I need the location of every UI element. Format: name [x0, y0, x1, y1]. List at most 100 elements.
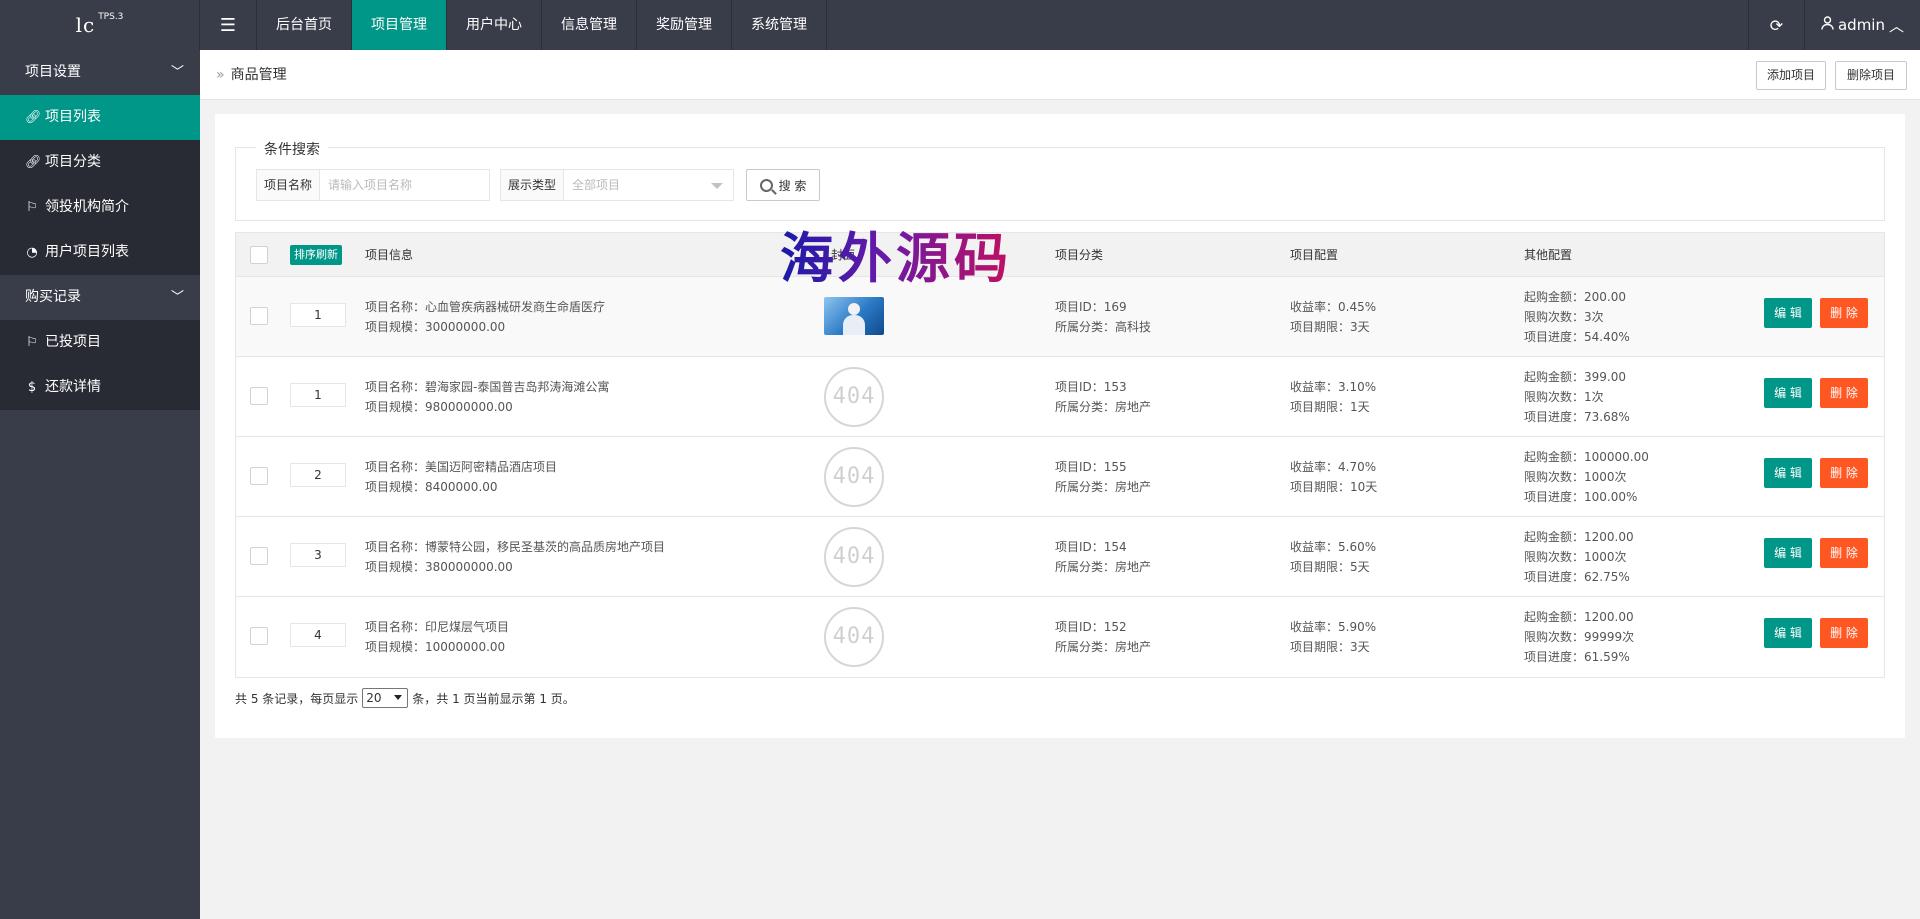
- refresh-icon[interactable]: ⟳: [1748, 0, 1804, 50]
- sort-input[interactable]: 3: [290, 543, 346, 567]
- top-right: ⟳ admin ︿: [1748, 0, 1920, 50]
- user-menu[interactable]: admin ︿: [1804, 0, 1920, 50]
- sidebar-group-project-settings[interactable]: 项目设置 ﹀: [0, 50, 200, 95]
- logo-version: TPS.3: [98, 12, 124, 22]
- project-id: 项目ID：154: [1055, 540, 1127, 554]
- table-row: 1 项目名称：心血管疾病器械研发商生命盾医疗 项目规模：30000000.00 …: [236, 277, 1884, 357]
- nav-rewards[interactable]: 奖励管理: [637, 0, 732, 50]
- project-progress: 项目进度：62.75%: [1524, 570, 1630, 584]
- edit-button[interactable]: 编 辑: [1764, 298, 1812, 328]
- sidebar-item-repayment[interactable]: $ 还款详情: [0, 365, 200, 410]
- row-checkbox[interactable]: [250, 627, 268, 645]
- project-config: 收益率：3.10% 项目期限：1天: [1290, 377, 1376, 417]
- table-row: 2 项目名称：美国迈阿密精品酒店项目 项目规模：8400000.00 404 项…: [236, 437, 1884, 517]
- dollar-icon: $: [27, 380, 37, 395]
- project-category: 项目ID：153 所属分类：房地产: [1055, 377, 1151, 417]
- sort-input[interactable]: 1: [290, 383, 346, 407]
- search-legend: 条件搜索: [256, 139, 328, 159]
- project-cat: 所属分类：房地产: [1055, 480, 1152, 494]
- project-rate: 收益率：4.70%: [1290, 460, 1377, 474]
- chevron-up-icon: ︿: [1888, 16, 1904, 35]
- project-term: 项目期限：3天: [1290, 320, 1370, 334]
- project-min: 起购金额：100000.00: [1524, 450, 1649, 464]
- sidebar-item-label: 已投项目: [45, 334, 101, 350]
- add-project-button[interactable]: 添加项目: [1756, 61, 1826, 90]
- sort-input[interactable]: 2: [290, 463, 346, 487]
- sidebar-item-label: 项目列表: [45, 109, 101, 125]
- per-page-select[interactable]: 20: [362, 688, 409, 708]
- row-checkbox[interactable]: [250, 547, 268, 565]
- edit-button[interactable]: 编 辑: [1764, 458, 1812, 488]
- type-select[interactable]: 全部项目: [564, 169, 734, 201]
- sort-input[interactable]: 1: [290, 303, 346, 327]
- user-name: admin: [1837, 16, 1885, 34]
- flag-icon: ⚐: [26, 200, 38, 215]
- logo-text: lc: [75, 13, 96, 37]
- project-progress: 项目进度：73.68%: [1524, 410, 1630, 424]
- sidebar-item-lead-investor[interactable]: ⚐ 领投机构简介: [0, 185, 200, 230]
- image-404-placeholder: 404: [824, 367, 884, 427]
- delete-button[interactable]: 删 除: [1820, 378, 1868, 408]
- project-cat: 所属分类：房地产: [1055, 560, 1152, 574]
- nav-projects[interactable]: 项目管理: [352, 0, 447, 50]
- dashboard-icon: ◔: [26, 245, 38, 260]
- edit-button[interactable]: 编 辑: [1764, 538, 1812, 568]
- delete-button[interactable]: 删 除: [1820, 298, 1868, 328]
- select-all-checkbox[interactable]: [250, 246, 268, 264]
- delete-button[interactable]: 删 除: [1820, 538, 1868, 568]
- delete-button[interactable]: 删 除: [1820, 618, 1868, 648]
- row-checkbox[interactable]: [250, 387, 268, 405]
- delete-button[interactable]: 删 除: [1820, 458, 1868, 488]
- project-cat: 所属分类：高科技: [1055, 320, 1152, 334]
- project-min: 起购金额：200.00: [1524, 290, 1626, 304]
- delete-project-button[interactable]: 删除项目: [1835, 61, 1907, 90]
- link-icon: 🔗︎: [25, 110, 42, 125]
- table-row: 1 项目名称：碧海家园-泰国普吉岛邦涛海滩公寓 项目规模：980000000.0…: [236, 357, 1884, 437]
- header-other: 其他配置: [1524, 248, 1573, 262]
- project-name-input[interactable]: 请输入项目名称: [320, 169, 490, 201]
- sidebar-group-purchase-records[interactable]: 购买记录 ﹀: [0, 275, 200, 320]
- sort-input[interactable]: 4: [290, 623, 346, 647]
- edit-button[interactable]: 编 辑: [1764, 378, 1812, 408]
- sidebar-item-project-category[interactable]: 🔗︎ 项目分类: [0, 140, 200, 185]
- project-progress: 项目进度：100.00%: [1524, 490, 1638, 504]
- project-term: 项目期限：1天: [1290, 400, 1370, 414]
- project-term: 项目期限：5天: [1290, 560, 1370, 574]
- sort-refresh-button[interactable]: 排序刷新: [290, 245, 342, 265]
- project-scale: 项目规模：10000000.00: [365, 640, 506, 654]
- logo[interactable]: lc TPS.3: [0, 0, 200, 50]
- nav-system[interactable]: 系统管理: [732, 0, 827, 50]
- project-config: 收益率：4.70% 项目期限：10天: [1290, 457, 1377, 497]
- sidebar-item-invested[interactable]: ⚐ 已投项目: [0, 320, 200, 365]
- project-limit: 限购次数：99999次: [1524, 630, 1635, 644]
- project-scale: 项目规模：980000000.00: [365, 400, 513, 414]
- sidebar: 项目设置 ﹀ 🔗︎ 项目列表 🔗︎ 项目分类 ⚐ 领投机构简介 ◔ 用户项目列表…: [0, 50, 200, 919]
- breadcrumb: » 商品管理: [216, 50, 287, 100]
- sidebar-item-project-list[interactable]: 🔗︎ 项目列表: [0, 95, 200, 140]
- row-checkbox[interactable]: [250, 307, 268, 325]
- project-category: 项目ID：152 所属分类：房地产: [1055, 617, 1151, 657]
- project-term: 项目期限：3天: [1290, 640, 1370, 654]
- nav-home[interactable]: 后台首页: [257, 0, 352, 50]
- project-other: 起购金额：399.00 限购次数：1次 项目进度：73.68%: [1524, 367, 1630, 427]
- link-icon: 🔗︎: [25, 155, 42, 170]
- project-category: 项目ID：155 所属分类：房地产: [1055, 457, 1151, 497]
- top-navbar: lc TPS.3 ☰ 后台首页 项目管理 用户中心 信息管理 奖励管理 系统管理 …: [0, 0, 1920, 50]
- edit-button[interactable]: 编 辑: [1764, 618, 1812, 648]
- search-button[interactable]: 搜 索: [746, 169, 820, 201]
- nav-users[interactable]: 用户中心: [447, 0, 542, 50]
- project-info: 项目名称：碧海家园-泰国普吉岛邦涛海滩公寓 项目规模：980000000.00: [365, 377, 609, 417]
- row-checkbox[interactable]: [250, 467, 268, 485]
- project-rate: 收益率：5.60%: [1290, 540, 1377, 554]
- project-id: 项目ID：169: [1055, 300, 1127, 314]
- pager-suffix: 条，共 1 页当前显示第 1 页。: [412, 691, 575, 706]
- breadcrumb-label[interactable]: 商品管理: [231, 67, 287, 83]
- project-name: 项目名称：博蒙特公园，移民圣基茨的高品质房地产项目: [365, 540, 666, 554]
- nav-info[interactable]: 信息管理: [542, 0, 637, 50]
- menu-toggle-icon[interactable]: ☰: [200, 0, 257, 50]
- project-scale: 项目规模：8400000.00: [365, 480, 498, 494]
- table-header: 排序刷新 项目信息 封面 项目分类 项目配置 其他配置: [236, 233, 1884, 277]
- project-limit: 限购次数：1次: [1524, 390, 1604, 404]
- project-table: 排序刷新 项目信息 封面 项目分类 项目配置 其他配置 1 项目名称：心血管疾病…: [235, 232, 1885, 678]
- sidebar-item-user-projects[interactable]: ◔ 用户项目列表: [0, 230, 200, 275]
